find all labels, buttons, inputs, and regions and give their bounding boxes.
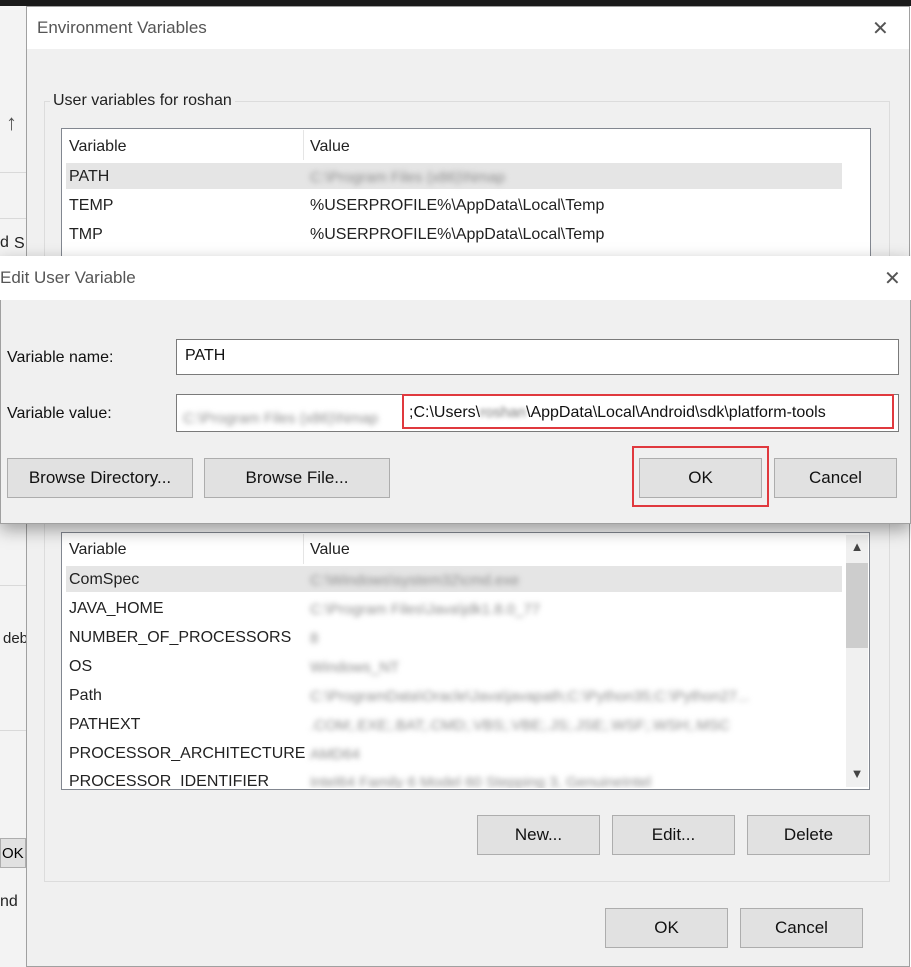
sys-var-name[interactable]: PROCESSOR_ARCHITECTURE (69, 745, 305, 763)
browse-file-button[interactable]: Browse File... (204, 458, 390, 498)
env-ok-button[interactable]: OK (605, 908, 728, 948)
column-header-variable[interactable]: Variable (69, 138, 127, 156)
user-variables-label: User variables for roshan (50, 92, 235, 110)
background-divider (0, 172, 26, 173)
column-separator[interactable] (303, 130, 304, 160)
sys-var-name[interactable]: OS (69, 658, 92, 676)
background-partial-text: S (14, 235, 25, 252)
sys-var-value-blurred[interactable]: .COM;.EXE;.BAT;.CMD;.VBS;.VBE;.JS;.JSE;.… (310, 717, 730, 734)
sys-var-name[interactable]: PROCESSOR_IDENTIFIER (69, 773, 269, 788)
edit-ok-button[interactable]: OK (639, 458, 762, 498)
edit-dialog-title: Edit User Variable (0, 268, 136, 287)
scrollbar-thumb[interactable] (846, 563, 868, 648)
sys-var-value-blurred[interactable]: C:\ProgramData\Oracle\Java\javapath;C:\P… (310, 688, 749, 705)
sys-var-name[interactable]: PATHEXT (69, 716, 140, 734)
sys-var-value-blurred[interactable]: C:\Program Files\Java\jdk1.8.0_77 (310, 601, 540, 618)
highlight-box-added-path (402, 394, 894, 429)
user-var-value[interactable]: %USERPROFILE%\AppData\Local\Temp (310, 226, 604, 244)
background-divider (0, 730, 26, 731)
user-var-value[interactable]: %USERPROFILE%\AppData\Local\Temp (310, 197, 604, 215)
sys-var-value-blurred[interactable]: Intel64 Family 6 Model 60 Stepping 3, Ge… (310, 774, 651, 788)
scroll-up-icon[interactable]: ▲ (846, 535, 868, 559)
env-cancel-button[interactable]: Cancel (740, 908, 863, 948)
background-partial-text: nd (0, 893, 18, 910)
user-var-value-blurred: C:\Program Files (x86)\Nmap (310, 169, 506, 186)
new-button[interactable]: New... (477, 815, 600, 855)
background-partial-text: deb (3, 630, 29, 647)
list-clip-last-row: PROCESSOR_IDENTIFIER Intel64 Family 6 Mo… (62, 766, 845, 788)
user-var-name: PATH (69, 168, 110, 185)
column-header-value[interactable]: Value (310, 541, 350, 559)
background-ok-button[interactable]: OK (0, 838, 26, 868)
column-header-value[interactable]: Value (310, 138, 350, 156)
sys-var-value-blurred[interactable]: AMD64 (310, 746, 360, 763)
background-divider (0, 218, 26, 219)
sys-var-value-blurred: C:\Windows\system32\cmd.exe (310, 572, 520, 589)
sys-var-value-blurred[interactable]: 8 (310, 630, 318, 647)
variable-name-input[interactable]: PATH (176, 339, 899, 375)
edit-dialog-titlebar (0, 256, 911, 300)
sys-var-name: ComSpec (69, 571, 140, 588)
edit-cancel-button[interactable]: Cancel (774, 458, 897, 498)
sys-var-name[interactable]: Path (69, 687, 102, 705)
sys-var-name[interactable]: NUMBER_OF_PROCESSORS (69, 629, 291, 647)
background-divider (0, 585, 26, 586)
user-var-name[interactable]: TMP (69, 226, 103, 244)
browse-directory-button[interactable]: Browse Directory... (7, 458, 193, 498)
variable-value-label: Variable value: (7, 405, 112, 422)
background-partial-text: d (0, 234, 9, 251)
close-icon[interactable]: ✕ (884, 266, 901, 291)
variable-name-label: Variable name: (7, 349, 114, 366)
sys-var-value-blurred[interactable]: Windows_NT (310, 659, 399, 676)
scroll-down-icon[interactable]: ▼ (846, 762, 868, 786)
sys-var-name[interactable]: JAVA_HOME (69, 600, 164, 618)
close-icon[interactable]: ✕ (872, 16, 889, 41)
env-dialog-title: Environment Variables (37, 18, 207, 37)
edit-button[interactable]: Edit... (612, 815, 735, 855)
delete-button[interactable]: Delete (747, 815, 870, 855)
column-separator[interactable] (303, 534, 304, 564)
user-var-name[interactable]: TEMP (69, 197, 113, 215)
up-arrow-icon[interactable]: ↑ (6, 110, 17, 136)
column-header-variable[interactable]: Variable (69, 541, 127, 559)
value-blurred-prefix: C:\Program Files (x86)\Nmap (183, 410, 379, 427)
